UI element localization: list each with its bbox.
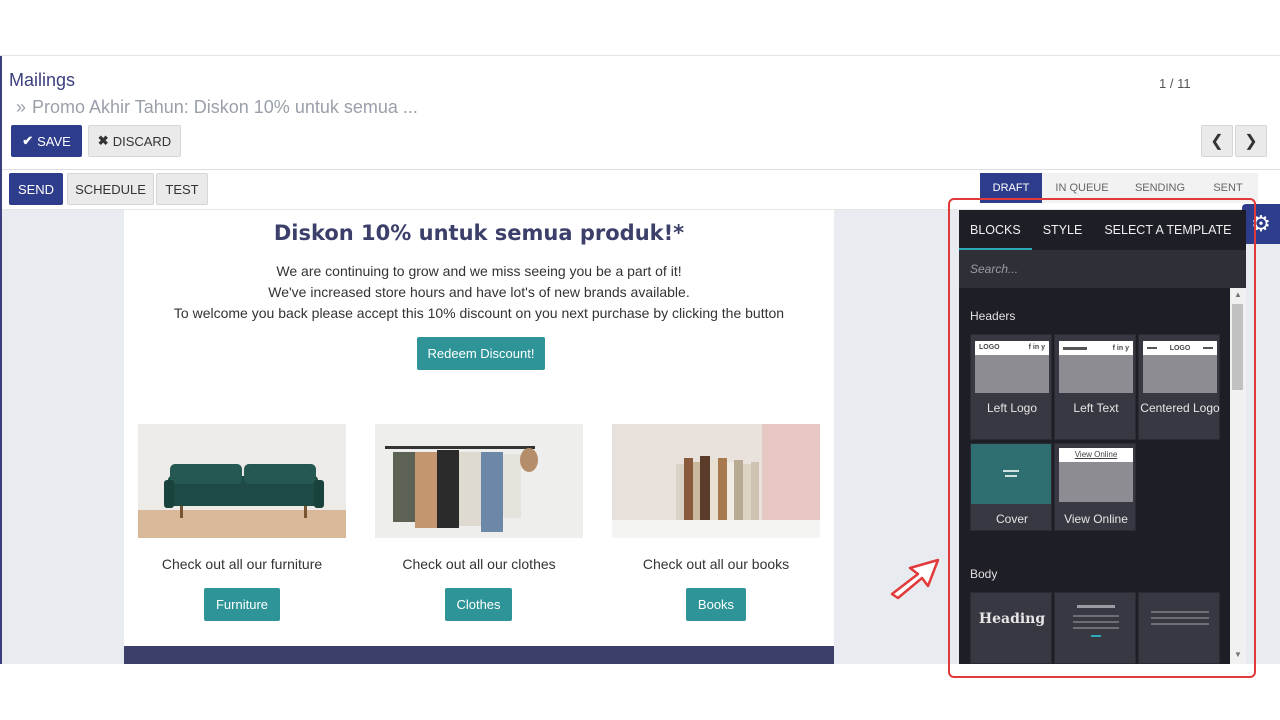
- discard-label: DISCARD: [112, 133, 172, 149]
- save-label: SAVE: [37, 133, 71, 149]
- check-icon: ✔: [22, 133, 34, 148]
- email-text-line-3[interactable]: To welcome you back please accept this 1…: [124, 305, 834, 321]
- breadcrumb-current: » Promo Akhir Tahun: Diskon 10% untuk sem…: [16, 97, 418, 118]
- email-title[interactable]: Diskon 10% untuk semua produk!*: [124, 221, 834, 245]
- furniture-caption[interactable]: Check out all our furniture: [138, 556, 346, 572]
- email-body[interactable]: Diskon 10% untuk semua produk!* We are c…: [124, 210, 834, 664]
- redeem-discount-button[interactable]: Redeem Discount!: [417, 337, 545, 370]
- top-strip: [0, 0, 1280, 56]
- breadcrumb-root[interactable]: Mailings: [9, 70, 75, 91]
- schedule-button[interactable]: SCHEDULE: [67, 173, 154, 205]
- books-caption[interactable]: Check out all our books: [612, 556, 820, 572]
- save-button[interactable]: ✔ SAVE: [11, 125, 82, 157]
- books-image[interactable]: [612, 424, 820, 538]
- furniture-image[interactable]: [138, 424, 346, 538]
- clothes-image[interactable]: [375, 424, 583, 538]
- send-button[interactable]: SEND: [9, 173, 63, 205]
- breadcrumb-separator-icon: »: [16, 97, 27, 117]
- furniture-button[interactable]: Furniture: [204, 588, 280, 621]
- control-panel: Mailings » Promo Akhir Tahun: Diskon 10% …: [2, 56, 1280, 170]
- test-button[interactable]: TEST: [156, 173, 208, 205]
- pager-value: 1 / 11: [1159, 76, 1191, 91]
- highlight-box: [948, 198, 1256, 678]
- previous-button[interactable]: ❮: [1201, 125, 1233, 157]
- arrow-pointer-icon: [888, 556, 942, 605]
- chevron-right-icon: ❯: [1244, 133, 1258, 150]
- clothes-caption[interactable]: Check out all our clothes: [375, 556, 583, 572]
- breadcrumb-current-label: Promo Akhir Tahun: Diskon 10% untuk semu…: [32, 97, 418, 117]
- email-footer: [124, 646, 834, 664]
- close-icon: ✖: [97, 133, 109, 148]
- chevron-left-icon: ❮: [1210, 133, 1224, 150]
- next-button[interactable]: ❯: [1235, 125, 1267, 157]
- email-text-line-1[interactable]: We are continuing to grow and we miss se…: [124, 263, 834, 279]
- clothes-button[interactable]: Clothes: [445, 588, 512, 621]
- email-text-line-2[interactable]: We've increased store hours and have lot…: [124, 284, 834, 300]
- discard-button[interactable]: ✖ DISCARD: [88, 125, 181, 157]
- books-button[interactable]: Books: [686, 588, 746, 621]
